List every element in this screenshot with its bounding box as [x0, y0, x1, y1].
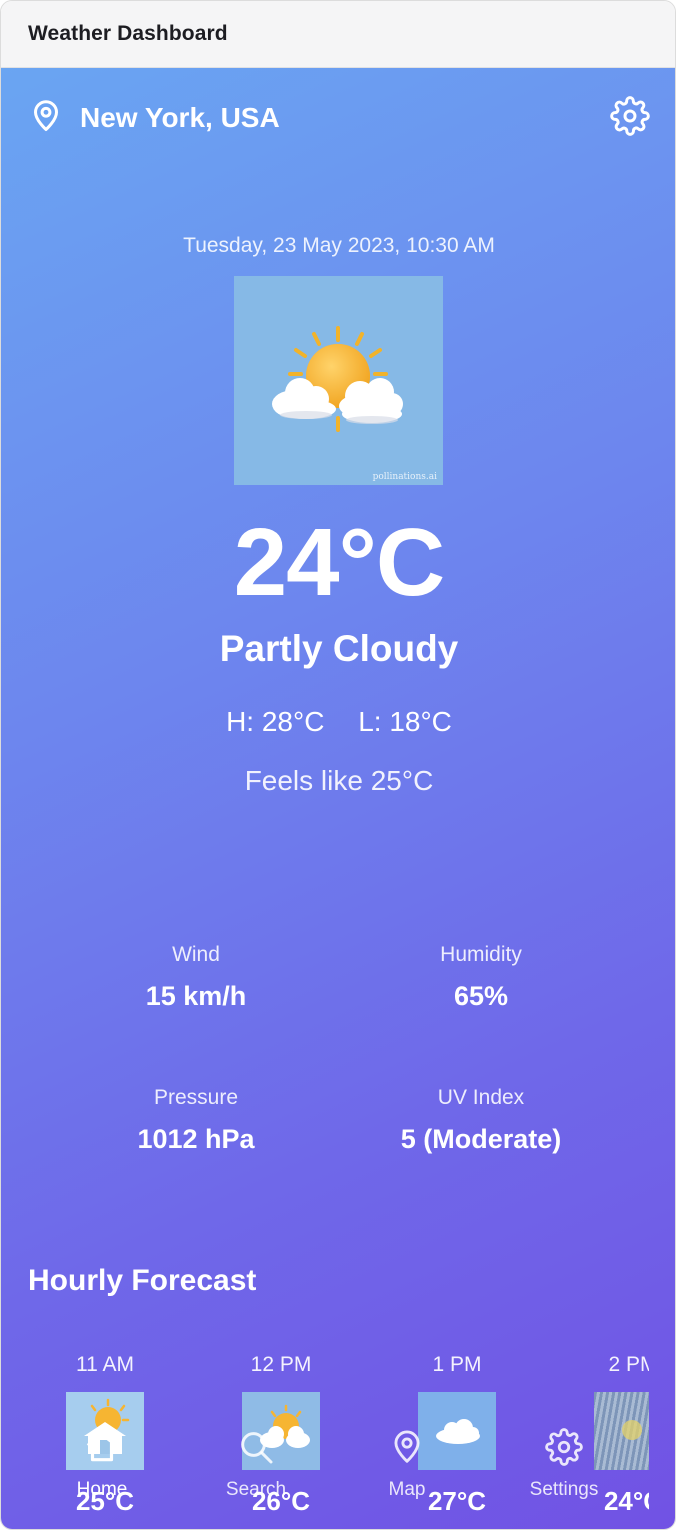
partly-cloudy-icon — [272, 326, 403, 432]
nav-label: Home — [76, 1479, 128, 1500]
current-datetime: Tuesday, 23 May 2023, 10:30 AM — [183, 234, 495, 257]
location-name: New York, USA — [80, 102, 280, 133]
stat-label: Pressure — [153, 1086, 239, 1109]
stat-label: Humidity — [440, 943, 522, 966]
feels-like: Feels like 25°C — [244, 765, 434, 796]
weather-condition: Partly Cloudy — [219, 628, 459, 669]
gear-icon — [509, 1423, 619, 1471]
hourly-time: 11 AM — [76, 1353, 134, 1376]
search-icon — [201, 1423, 311, 1471]
window-title: Weather Dashboard — [28, 22, 228, 45]
home-icon — [47, 1423, 157, 1471]
map-pin-icon — [28, 98, 64, 139]
high-temperature: H: 28°C — [226, 706, 325, 737]
stat-value: 15 km/h — [145, 981, 247, 1011]
map-pin-icon — [352, 1423, 462, 1471]
stat-value: 65% — [453, 981, 509, 1011]
weather-app: New York, USA Tuesday, 23 May 2023, 10:3… — [1, 68, 675, 1529]
title-bar: Weather Dashboard — [1, 1, 675, 68]
current-temperature: 24°C — [233, 509, 446, 616]
low-temperature: L: 18°C — [358, 706, 452, 737]
hourly-time: 12 PM — [250, 1353, 312, 1376]
weather-illustration: pollinations.ai — [234, 276, 443, 485]
stat-pressure: Pressure 1012 hPa — [66, 1086, 326, 1155]
nav-label: Settings — [529, 1479, 599, 1500]
stat-wind: Wind 15 km/h — [66, 943, 326, 1012]
image-watermark: pollinations.ai — [372, 472, 437, 482]
hourly-forecast-title: Hourly Forecast — [28, 1264, 257, 1297]
nav-map[interactable]: Map — [352, 1423, 462, 1501]
top-bar: New York, USA — [28, 95, 650, 141]
nav-home[interactable]: Home — [47, 1423, 157, 1501]
location[interactable]: New York, USA — [28, 98, 280, 139]
nav-search[interactable]: Search — [201, 1423, 311, 1501]
app-window: Weather Dashboard New York, USA Tuesday,… — [0, 0, 676, 1530]
high-low: H: 28°C L: 18°C — [1, 706, 675, 738]
hourly-time: 2 PM — [608, 1353, 649, 1376]
nav-label: Map — [388, 1479, 426, 1500]
nav-label: Search — [225, 1479, 287, 1500]
stat-label: UV Index — [437, 1086, 525, 1109]
bottom-navigation: Home Search Map Settings — [1, 1423, 675, 1503]
nav-settings[interactable]: Settings — [509, 1423, 619, 1501]
stat-uv-index: UV Index 5 (Moderate) — [351, 1086, 611, 1155]
stat-value: 1012 hPa — [137, 1124, 255, 1154]
settings-button[interactable] — [610, 95, 650, 141]
stat-label: Wind — [172, 943, 220, 966]
stat-humidity: Humidity 65% — [351, 943, 611, 1012]
stat-value: 5 (Moderate) — [400, 1124, 562, 1154]
hourly-time: 1 PM — [432, 1353, 482, 1376]
gear-icon — [610, 95, 650, 141]
